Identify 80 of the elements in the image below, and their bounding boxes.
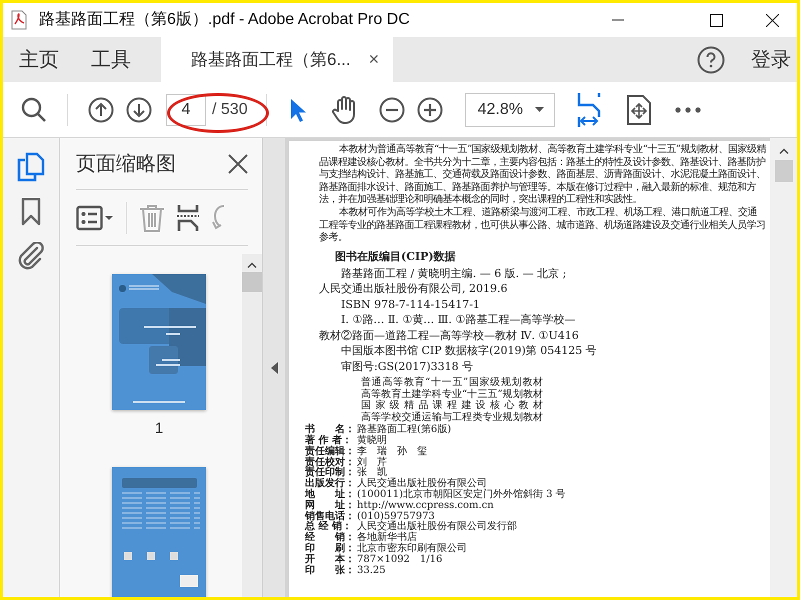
collapse-arrow-icon[interactable] — [270, 362, 278, 374]
tab[interactable]: 工具 — [75, 37, 147, 82]
colophon-label: 责任校对： — [305, 458, 356, 468]
arrow-down-icon[interactable] — [126, 96, 152, 122]
colophon-value: 人民交通出版社股份有限公司发行部 — [357, 522, 517, 532]
caret-icon — [534, 107, 544, 112]
page-number-label: 1 — [154, 419, 164, 439]
zoom-in-icon[interactable] — [416, 96, 443, 122]
bookmark-icon[interactable] — [21, 198, 41, 226]
pointer-icon[interactable] — [288, 96, 307, 122]
cip-line: 审图号:GS(2017)3318 号 — [340, 358, 474, 374]
colophon-value: (010)59757973 — [357, 512, 435, 522]
colophon-value: 黄晓明 — [357, 436, 387, 446]
body-paragraph: 本教材可作为高等学校土木工程、道路桥梁与渡河工程、市政工程、机场工程、港口航道工程、交通工程等专业的路基路面工程课程教材，也可供从事公路、城市道路、机场道路建设及交通行业相关人员学习参考。 — [319, 206, 766, 245]
zoom-out-icon[interactable] — [378, 96, 405, 122]
body-paragraph: 本教材为普通高等教育“十一五”国家级规划教材、高等教育土建学科专业“十三五”规划教材、国家级精品课程建设核心教材。全书共分为十二章，主要内容包括：路基土的特性及设计参数、路基设计、路基防护与支挡结构设计、路基施工、交通荷载及路面设计参数、路面基层、沥青路面设计、水泥混凝土路面设计、路基路面排水设计、路面施工、路基路面养护与管理等。本版在修订过程中，融入最新的标准、规范和方法，并在加强基础理论和明确基本概念的同时，突出课程的工程性和实践性。 — [319, 144, 766, 206]
colophon-label: 书 名： — [305, 425, 356, 436]
cip-line: 中国版本图书馆 CIP 数据核字(2019)第 054125 号 — [340, 343, 598, 359]
cip-line: 路基路面工程 / 黄晓明主编. — 6 版. — 北京 ; — [340, 266, 568, 282]
scroll-up-icon[interactable] — [778, 148, 788, 154]
series-line: 国 家 级 精 品 课 程 建 设 核 心 教 材 — [361, 400, 543, 412]
series-line: 高等学校交通运输与工程类专业规划教材 — [361, 412, 543, 424]
colophon-label: 出版发行： — [305, 479, 356, 490]
zoom-dropdown[interactable]: 42.8% — [464, 92, 555, 126]
page-count: / 530 — [212, 100, 248, 120]
colophon-value: 刘 芹 — [357, 458, 387, 468]
colophon-value: http://www.ccpress.com.cn — [357, 500, 494, 512]
paperclip-icon[interactable] — [18, 242, 44, 270]
colophon-label: 销售电话： — [305, 512, 356, 522]
scrollbar-thumb[interactable] — [774, 160, 792, 182]
colophon-label: 经 销： — [305, 533, 356, 544]
fit-page-icon[interactable] — [626, 94, 651, 124]
back-cover-thumbnail[interactable] — [112, 466, 206, 597]
sign-in-button[interactable]: 登录 — [745, 44, 797, 74]
colophon-value: 787×1092 1/16 — [357, 554, 442, 566]
page-number-field[interactable]: 4 — [166, 94, 206, 126]
colophon-label: 责任编辑： — [305, 446, 356, 457]
fit-width-icon[interactable] — [576, 92, 601, 126]
help-icon[interactable] — [697, 46, 725, 74]
tab-close-button[interactable]: × — [364, 46, 384, 73]
colophon-label: 责任印制： — [305, 468, 356, 478]
colophon-label: 地 址： — [305, 490, 356, 500]
colophon-value: 路基路面工程(第6版) — [357, 425, 452, 436]
maximize-icon[interactable] — [710, 14, 722, 26]
cip-line: Ⅰ. ①路… Ⅱ. ①黄… Ⅲ. ①路基工程—高等学校— — [340, 312, 576, 328]
colophon-label: 网 址： — [305, 500, 356, 511]
colophon-value: 张 凯 — [357, 468, 387, 478]
close-icon[interactable] — [228, 154, 248, 174]
cip-heading: 图书在版编目(CIP)数据 — [335, 250, 457, 264]
book-cover-thumbnail[interactable] — [112, 274, 206, 410]
pages-icon[interactable] — [17, 152, 45, 182]
insert-page-icon[interactable] — [177, 204, 199, 232]
tab[interactable]: 路基路面工程（第6... × — [161, 37, 394, 82]
colophon-value: 各地新华书店 — [357, 533, 417, 544]
options-menu-icon[interactable] — [76, 204, 114, 230]
arrow-up-icon[interactable] — [88, 96, 114, 122]
tab[interactable]: 主页 — [3, 37, 75, 82]
window-title: 路基路面工程（第6版）.pdf - Adobe Acrobat Pro DC — [39, 10, 411, 30]
colophon-label: 印 张： — [305, 566, 356, 576]
scrollbar-thumb[interactable] — [242, 272, 262, 292]
colophon-value: 33.25 — [357, 566, 386, 576]
colophon-label: 总 经 销： — [305, 522, 353, 532]
colophon-label: 著 作 者： — [305, 436, 353, 446]
scroll-up-icon[interactable] — [247, 262, 257, 268]
colophon-label: 印 刷： — [305, 544, 356, 554]
colophon-value: 李 瑞 孙 玺 — [357, 446, 427, 457]
panel-title: 页面缩略图 — [76, 152, 176, 176]
close-icon[interactable] — [766, 14, 778, 26]
colophon-label: 开 本： — [305, 554, 356, 565]
series-line: 普通高等教育“十一五”国家级规划教材 — [361, 377, 543, 388]
cip-line: 人民交通出版社股份有限公司, 2019.6 — [319, 281, 508, 297]
colophon-value: 人民交通出版社股份有限公司 — [357, 479, 487, 490]
series-line: 高等教育土建学科专业“十三五”规划教材 — [361, 388, 543, 400]
cip-line: ISBN 978-7-114-15417-1 — [340, 296, 481, 312]
search-icon[interactable] — [21, 96, 47, 122]
cip-line: 教材②路面—道路工程—高等学校—教材 Ⅳ. ①U416 — [319, 328, 580, 344]
colophon-value: (100011)北京市朝阳区安定门外外馆斜街 3 号 — [357, 490, 566, 500]
pdf-file-icon — [11, 10, 27, 30]
colophon-value: 北京市密东印刷有限公司 — [357, 544, 467, 554]
more-icon[interactable] — [674, 106, 701, 112]
